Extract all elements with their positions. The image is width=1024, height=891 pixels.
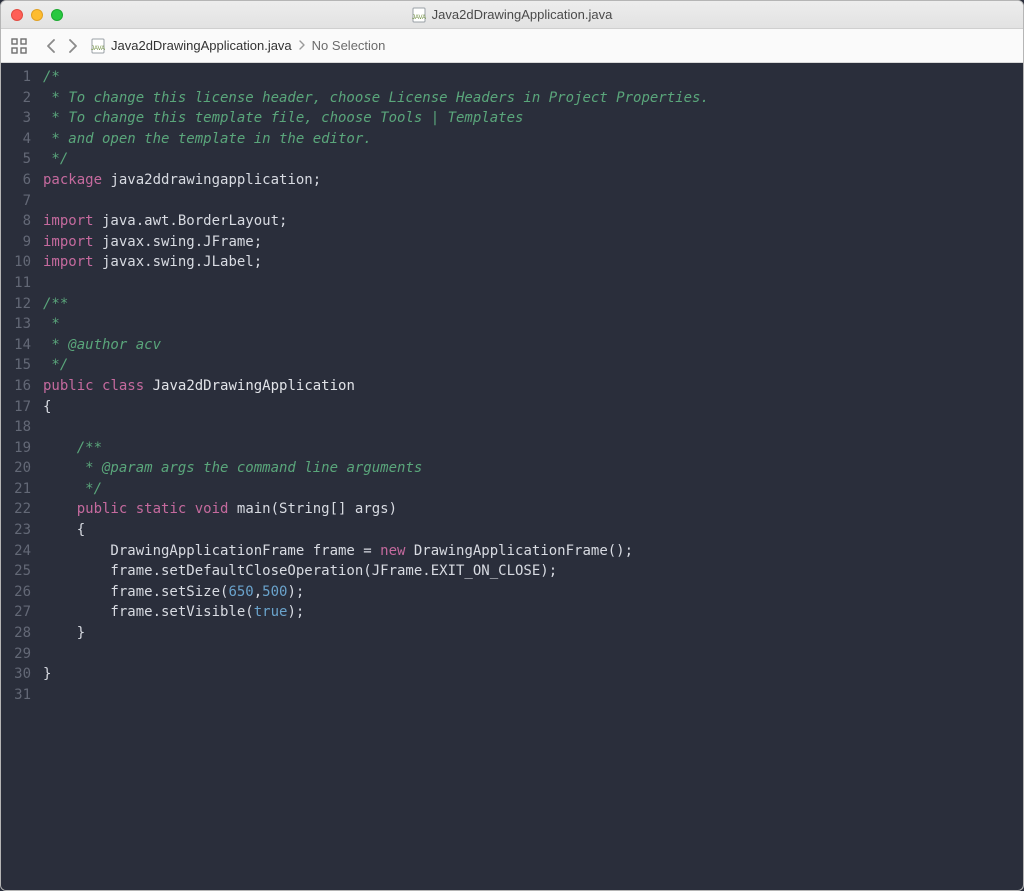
breadcrumb-file[interactable]: Java2dDrawingApplication.java [111, 38, 292, 53]
line-number: 30 [1, 664, 31, 685]
code-line[interactable]: /* [43, 67, 1023, 88]
line-number: 15 [1, 355, 31, 376]
line-number: 23 [1, 520, 31, 541]
line-number: 3 [1, 108, 31, 129]
code-line[interactable]: package java2ddrawingapplication; [43, 170, 1023, 191]
code-line[interactable]: public class Java2dDrawingApplication [43, 376, 1023, 397]
code-line[interactable]: */ [43, 355, 1023, 376]
line-number: 19 [1, 438, 31, 459]
line-number: 26 [1, 582, 31, 603]
editor-window: JAVA Java2dDrawingApplication.java [0, 0, 1024, 891]
line-number: 7 [1, 191, 31, 212]
code-line[interactable] [43, 417, 1023, 438]
line-number: 5 [1, 149, 31, 170]
code-line[interactable]: frame.setDefaultCloseOperation(JFrame.EX… [43, 561, 1023, 582]
code-line[interactable]: DrawingApplicationFrame frame = new Draw… [43, 541, 1023, 562]
forward-button[interactable] [63, 36, 83, 56]
titlebar: JAVA Java2dDrawingApplication.java [1, 1, 1023, 29]
code-line[interactable] [43, 644, 1023, 665]
line-number: 25 [1, 561, 31, 582]
back-button[interactable] [41, 36, 61, 56]
line-number: 27 [1, 602, 31, 623]
line-number: 28 [1, 623, 31, 644]
code-line[interactable]: import javax.swing.JFrame; [43, 232, 1023, 253]
line-number: 22 [1, 499, 31, 520]
java-file-icon: JAVA [412, 7, 426, 23]
code-line[interactable]: * and open the template in the editor. [43, 129, 1023, 150]
window-title-area: JAVA Java2dDrawingApplication.java [1, 7, 1023, 23]
code-line[interactable]: */ [43, 149, 1023, 170]
code-line[interactable]: * To change this license header, choose … [43, 88, 1023, 109]
line-number: 11 [1, 273, 31, 294]
close-button[interactable] [11, 9, 23, 21]
line-number: 13 [1, 314, 31, 335]
java-file-icon: JAVA [91, 38, 105, 54]
traffic-lights [11, 9, 63, 21]
line-number: 10 [1, 252, 31, 273]
line-number: 17 [1, 397, 31, 418]
code-line[interactable]: public static void main(String[] args) [43, 499, 1023, 520]
code-line[interactable]: { [43, 520, 1023, 541]
line-number: 2 [1, 88, 31, 109]
line-number: 8 [1, 211, 31, 232]
toolbar: JAVA Java2dDrawingApplication.java No Se… [1, 29, 1023, 63]
code-line[interactable]: } [43, 623, 1023, 644]
code-line[interactable]: * @param args the command line arguments [43, 458, 1023, 479]
breadcrumb-selection[interactable]: No Selection [312, 38, 386, 53]
svg-text:JAVA: JAVA [412, 15, 426, 21]
code-line[interactable]: { [43, 397, 1023, 418]
line-number: 18 [1, 417, 31, 438]
line-number: 4 [1, 129, 31, 150]
code-line[interactable]: import javax.swing.JLabel; [43, 252, 1023, 273]
line-number: 1 [1, 67, 31, 88]
code-line[interactable] [43, 273, 1023, 294]
code-line[interactable] [43, 685, 1023, 706]
code-line[interactable]: /** [43, 438, 1023, 459]
code-line[interactable]: frame.setVisible(true); [43, 602, 1023, 623]
line-number: 31 [1, 685, 31, 706]
line-number: 24 [1, 541, 31, 562]
code-line[interactable]: * @author acv [43, 335, 1023, 356]
window-title: Java2dDrawingApplication.java [432, 7, 613, 22]
line-number: 20 [1, 458, 31, 479]
code-area[interactable]: /* * To change this license header, choo… [39, 63, 1023, 890]
line-number: 14 [1, 335, 31, 356]
minimize-button[interactable] [31, 9, 43, 21]
code-line[interactable] [43, 191, 1023, 212]
code-line[interactable]: */ [43, 479, 1023, 500]
related-items-icon[interactable] [9, 36, 29, 56]
line-number: 12 [1, 294, 31, 315]
line-number: 29 [1, 644, 31, 665]
code-line[interactable]: * To change this template file, choose T… [43, 108, 1023, 129]
line-number: 6 [1, 170, 31, 191]
code-editor[interactable]: 1234567891011121314151617181920212223242… [1, 63, 1023, 890]
code-line[interactable]: /** [43, 294, 1023, 315]
zoom-button[interactable] [51, 9, 63, 21]
code-line[interactable]: } [43, 664, 1023, 685]
breadcrumb: JAVA Java2dDrawingApplication.java No Se… [91, 38, 385, 54]
line-number-gutter: 1234567891011121314151617181920212223242… [1, 63, 39, 890]
chevron-right-icon [298, 38, 306, 53]
code-line[interactable]: * [43, 314, 1023, 335]
line-number: 16 [1, 376, 31, 397]
code-line[interactable]: frame.setSize(650,500); [43, 582, 1023, 603]
svg-text:JAVA: JAVA [91, 46, 105, 52]
code-line[interactable]: import java.awt.BorderLayout; [43, 211, 1023, 232]
line-number: 9 [1, 232, 31, 253]
line-number: 21 [1, 479, 31, 500]
